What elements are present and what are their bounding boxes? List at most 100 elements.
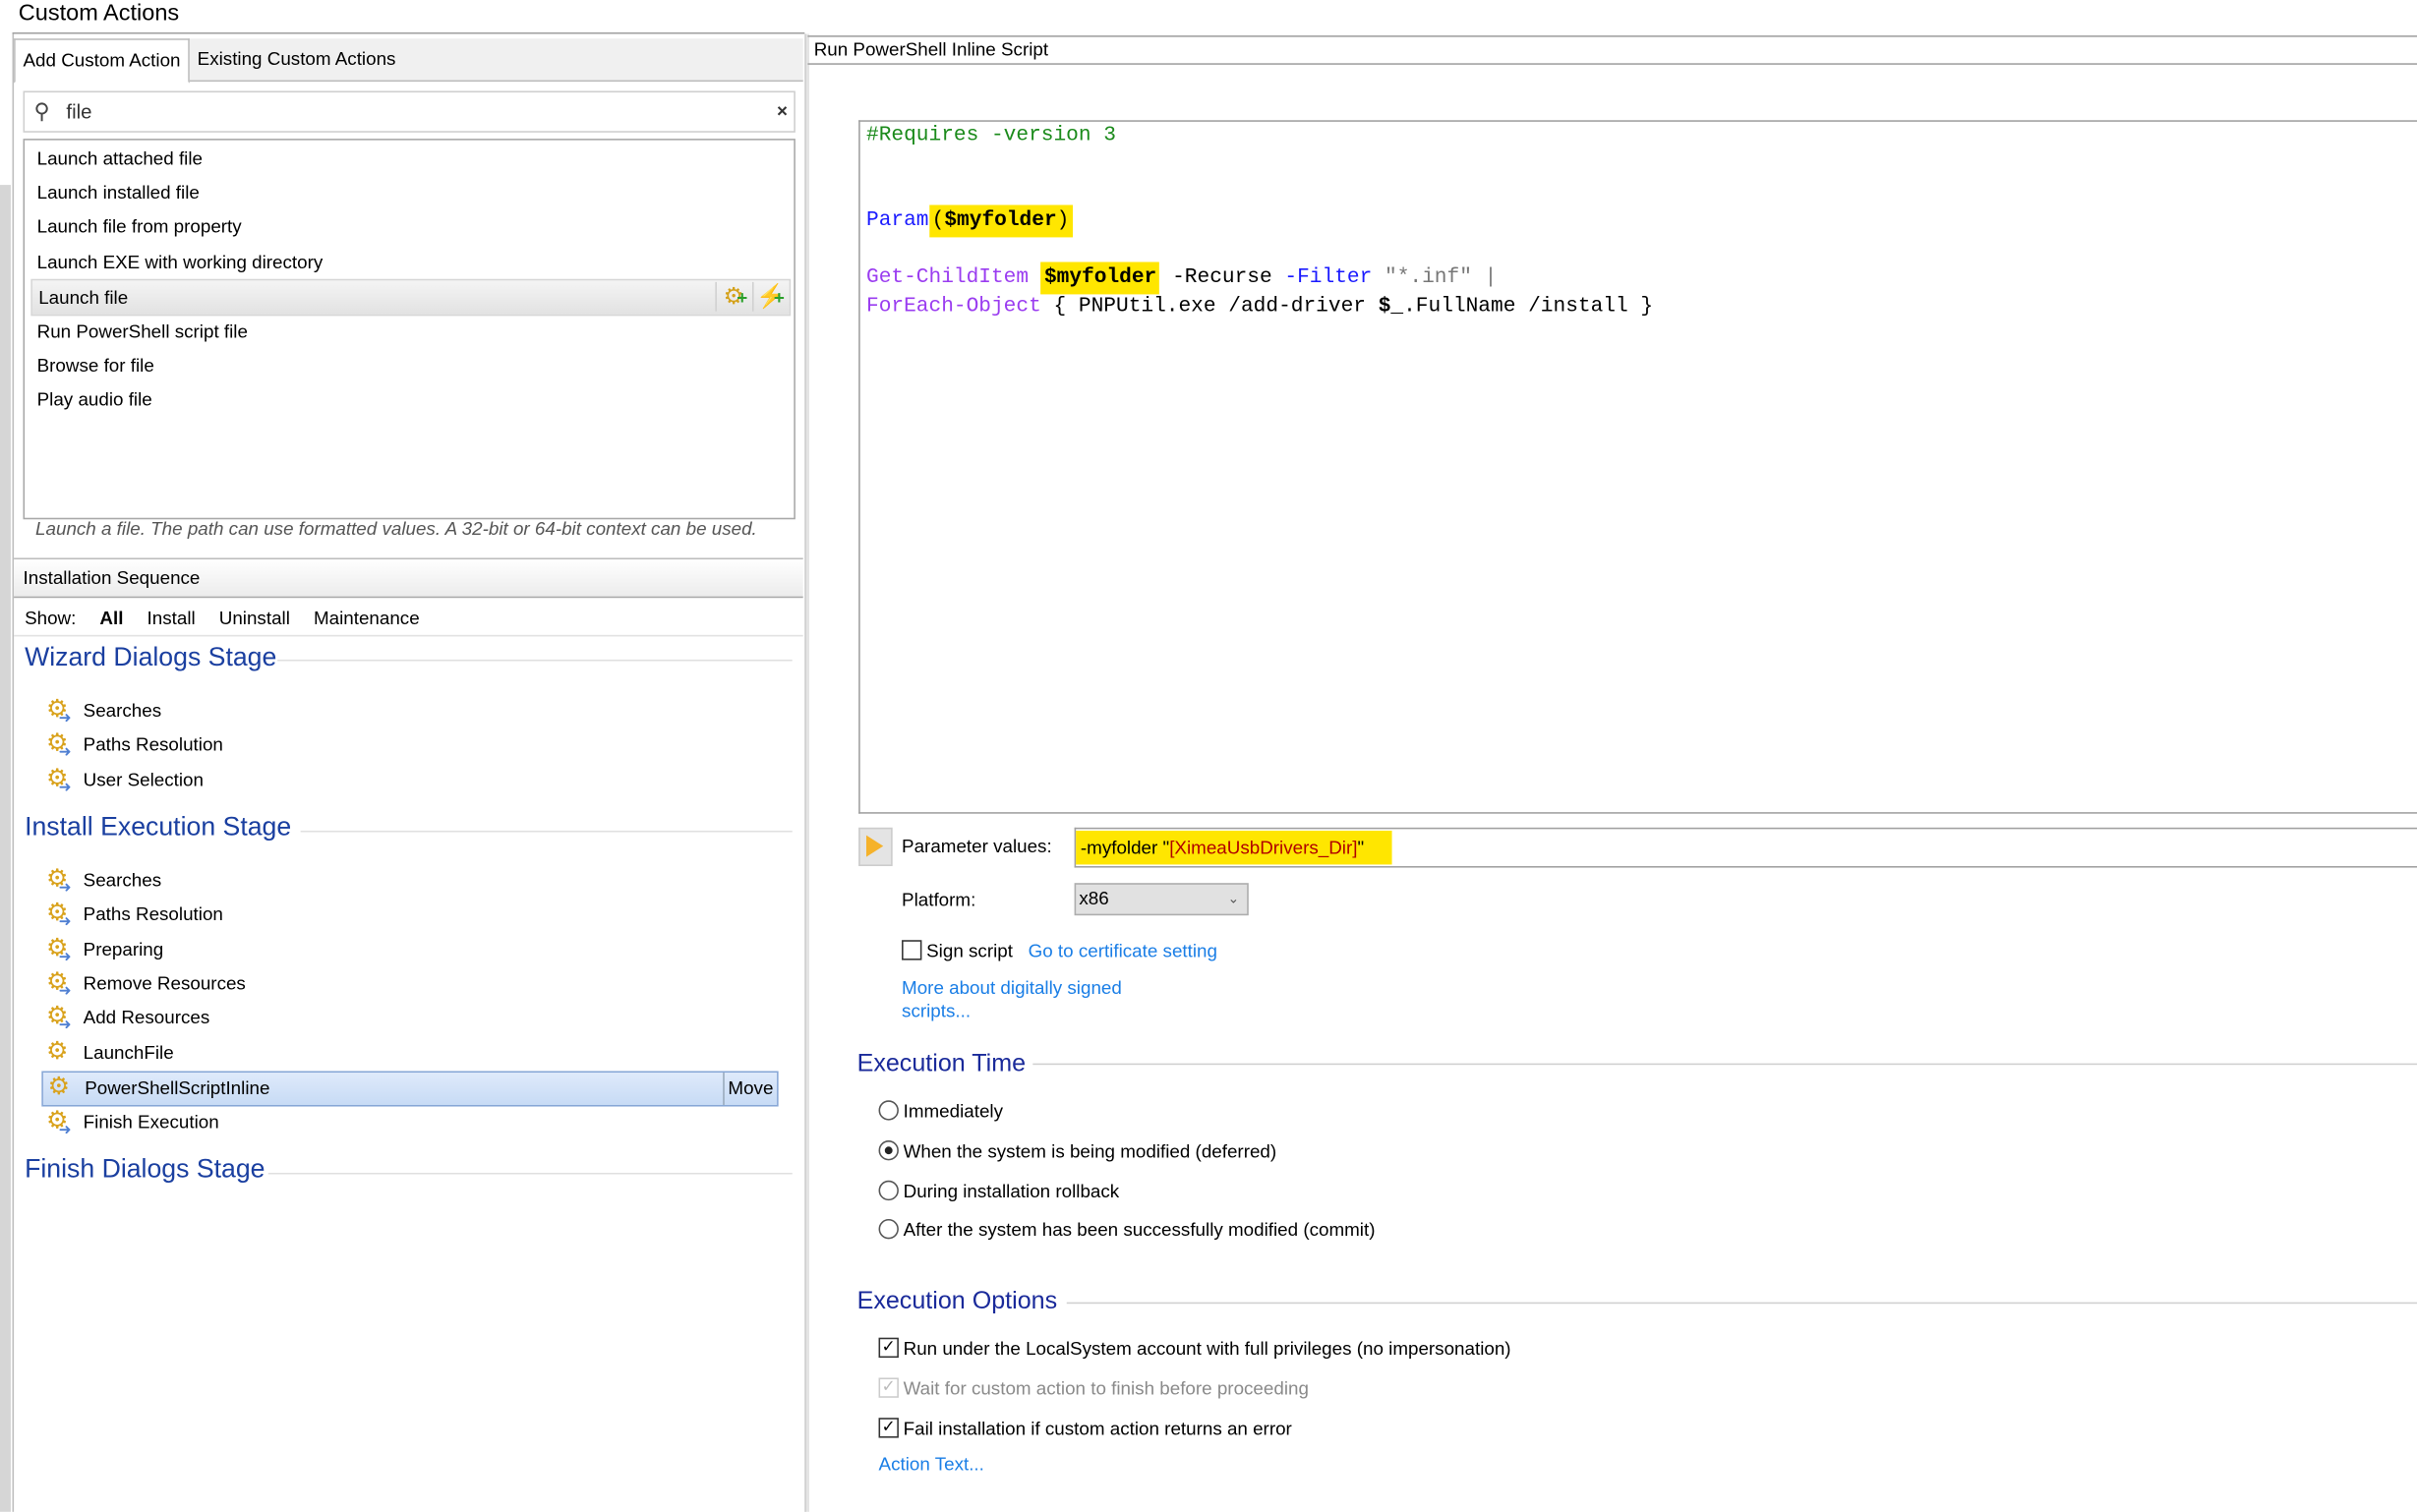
list-item[interactable]: Browse for file — [25, 348, 794, 381]
add-async-gear-icon[interactable]: ⚡ + — [751, 281, 788, 312]
list-item[interactable]: Launch installed file — [25, 176, 794, 209]
sequence-item[interactable]: ⚙ ➜ Add Resources — [41, 1002, 775, 1034]
sequence-item[interactable]: ⚙ ➜ Paths Resolution — [41, 899, 775, 931]
parameter-value: -myfolder "[XimeaUsbDrivers_Dir]" — [1076, 830, 1392, 865]
fail-install-checkbox[interactable]: ✓ — [878, 1418, 899, 1438]
custom-action-list: Launch attached file Launch installed fi… — [23, 139, 796, 520]
divider — [1032, 1063, 2417, 1066]
wait-checkbox: ✓ — [878, 1377, 899, 1398]
digitally-signed-link-cont[interactable]: scripts... — [902, 1000, 971, 1021]
parameter-values-input[interactable]: -myfolder "[XimeaUsbDrivers_Dir]" — [1074, 827, 2417, 868]
radio-label: After the system has been successfully m… — [903, 1218, 1376, 1241]
search-icon: ⚲ — [33, 98, 50, 124]
sequence-item[interactable]: ⚙ ➜ Finish Execution — [41, 1107, 775, 1138]
code-token: $myfolder — [944, 209, 1057, 233]
sequence-item[interactable]: ⚙ ➜ Remove Resources — [41, 967, 775, 1000]
param-text: " — [1357, 837, 1365, 859]
editor-header: Run PowerShell Inline Script — [807, 35, 2417, 65]
execution-options-heading: Execution Options — [856, 1288, 1058, 1315]
sequence-item[interactable]: ⚙ ➜ Paths Resolution — [41, 728, 775, 761]
filter-all[interactable]: All — [99, 608, 123, 629]
sequence-item-selected[interactable]: ⚙ PowerShellScriptInline Move — [41, 1071, 779, 1107]
execution-time-heading: Execution Time — [856, 1051, 1027, 1077]
gear-arrow-icon: ⚙ ➜ — [46, 766, 72, 797]
code-line: Get-ChildItem $myfolder -Recurse -Filter… — [865, 262, 1497, 295]
gear-arrow-icon: ⚙ ➜ — [46, 900, 72, 931]
list-item[interactable]: Play audio file — [25, 382, 794, 416]
certificate-setting-link[interactable]: Go to certificate setting — [1029, 940, 1217, 961]
sequence-item-label: Paths Resolution — [83, 902, 223, 925]
radio-deferred[interactable] — [878, 1140, 899, 1161]
localsystem-checkbox[interactable]: ✓ — [878, 1337, 899, 1359]
filter-maintenance[interactable]: Maintenance — [314, 608, 420, 629]
list-item-label: Launch attached file — [36, 147, 204, 170]
code-token: ForEach-Object — [865, 295, 1041, 320]
radio-rollback[interactable] — [878, 1180, 899, 1201]
filter-install[interactable]: Install — [147, 608, 196, 629]
list-item-selected[interactable]: Launch file ⚙ + ⚡ + — [30, 278, 792, 317]
sequence-item-label: Remove Resources — [83, 972, 246, 995]
radio-label: During installation rollback — [903, 1180, 1120, 1202]
search-input[interactable]: ⚲ file × — [23, 90, 796, 133]
list-item-label: Launch file — [38, 286, 129, 309]
list-item-label: Browse for file — [36, 354, 154, 377]
stage-install-execution: Install Execution Stage — [25, 812, 292, 842]
code-token: { PNPUtil.exe /add-driver — [1040, 295, 1379, 320]
code-token: ) — [1056, 209, 1070, 233]
sign-script-checkbox[interactable] — [902, 940, 922, 960]
gear-arrow-icon: ⚙ ➜ — [46, 696, 72, 727]
divider — [1066, 1302, 2417, 1305]
code-token: Param — [865, 209, 929, 233]
list-item[interactable]: Launch file from property — [25, 209, 794, 243]
sequence-item-label: Preparing — [83, 938, 164, 960]
sign-script-label: Sign script — [926, 940, 1013, 962]
code-token: $_ — [1378, 295, 1404, 320]
run-script-button[interactable] — [858, 827, 893, 866]
list-item[interactable]: Launch EXE with working directory — [25, 245, 794, 278]
script-editor[interactable]: #Requires -version 3 Param ($myfolder) Ge… — [858, 120, 2417, 814]
panel-splitter[interactable] — [804, 33, 809, 1512]
tab-bar: Add Custom Action Existing Custom Action… — [14, 38, 803, 84]
sequence-item-label: Finish Execution — [83, 1111, 219, 1134]
left-gutter — [0, 185, 11, 1512]
tab-add-custom-action[interactable]: Add Custom Action — [14, 38, 190, 84]
radio-commit[interactable] — [878, 1218, 899, 1240]
gear-icon: ⚙ — [46, 1038, 69, 1066]
title-divider — [12, 31, 805, 34]
param-text: -myfolder " — [1080, 837, 1170, 859]
search-value[interactable]: file — [66, 100, 91, 124]
list-item[interactable]: Launch attached file — [25, 142, 794, 175]
list-item-label: Launch file from property — [36, 215, 242, 238]
radio-immediately[interactable] — [878, 1100, 899, 1121]
sequence-item[interactable]: ⚙ ➜ Searches — [41, 695, 775, 727]
action-description: Launch a file. The path can use formatte… — [35, 517, 757, 540]
code-token: .FullName /install } — [1403, 295, 1654, 320]
add-gear-icon[interactable]: ⚙ + — [715, 281, 750, 312]
sequence-item[interactable]: ⚙ ➜ User Selection — [41, 765, 775, 797]
sequence-item[interactable]: ⚙ LaunchFile — [41, 1037, 775, 1070]
checkbox-label: Fail installation if custom action retur… — [903, 1418, 1292, 1440]
tab-existing-custom-actions[interactable]: Existing Custom Actions — [190, 38, 403, 80]
code-line: #Requires -version 3 — [865, 124, 1116, 148]
play-icon — [865, 835, 884, 857]
digitally-signed-link[interactable]: More about digitally signed — [902, 977, 1122, 999]
sequence-item[interactable]: ⚙ ➜ Preparing — [41, 934, 775, 966]
code-token: Get-ChildItem — [865, 266, 1030, 290]
sequence-item-label: Searches — [83, 699, 162, 722]
checkbox-label: Wait for custom action to finish before … — [903, 1377, 1309, 1400]
divider — [277, 659, 793, 662]
radio-label: Immediately — [903, 1100, 1004, 1123]
platform-label: Platform: — [902, 889, 976, 911]
code-line: ForEach-Object { PNPUtil.exe /add-driver… — [866, 296, 1653, 320]
gear-arrow-icon: ⚙ ➜ — [46, 865, 72, 898]
divider — [267, 1172, 793, 1175]
move-button[interactable]: Move — [723, 1073, 777, 1105]
installation-sequence-header: Installation Sequence — [14, 557, 803, 599]
code-line: Param ($myfolder) — [865, 204, 1073, 238]
action-text-link[interactable]: Action Text... — [879, 1453, 984, 1475]
platform-select[interactable]: x86 ⌄ — [1074, 883, 1249, 916]
list-item[interactable]: Run PowerShell script file — [25, 315, 794, 348]
clear-search-icon[interactable]: × — [777, 100, 788, 122]
sequence-item[interactable]: ⚙ ➜ Searches — [41, 864, 775, 897]
filter-uninstall[interactable]: Uninstall — [219, 608, 290, 629]
